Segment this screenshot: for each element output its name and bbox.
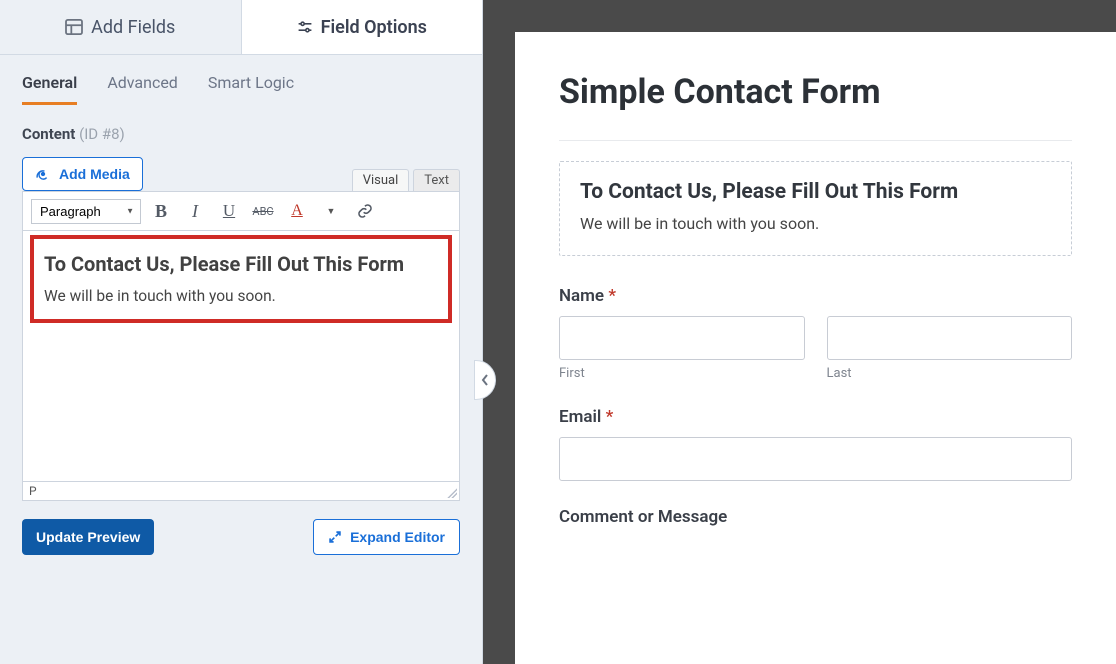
content-label-text: Content (22, 125, 75, 143)
content-label: Content (ID #8) (0, 105, 482, 157)
add-media-button[interactable]: Add Media (22, 157, 143, 191)
subtab-advanced[interactable]: Advanced (107, 73, 178, 105)
expand-icon (328, 530, 342, 544)
form-title: Simple Contact Form (559, 72, 1072, 141)
tab-field-options[interactable]: Field Options (241, 0, 483, 55)
email-field: Email * (559, 407, 1072, 481)
text-color-menu[interactable]: ▼ (317, 198, 345, 224)
editor-mode-tabs: Visual Text (352, 169, 460, 191)
editor-element-path: P (22, 482, 460, 501)
expand-editor-button[interactable]: Expand Editor (313, 519, 460, 555)
italic-button[interactable]: I (181, 198, 209, 224)
first-name-sublabel: First (559, 366, 805, 381)
tab-field-options-label: Field Options (321, 17, 427, 38)
html-field[interactable]: To Contact Us, Please Fill Out This Form… (559, 161, 1072, 256)
editor-paragraph: We will be in touch with you soon. (44, 287, 438, 305)
last-name-sublabel: Last (827, 366, 1073, 381)
name-field: Name * First Last (559, 286, 1072, 381)
editor: Paragraph B I U ABC A ▼ To Contact Us, P… (0, 191, 482, 501)
text-color-button[interactable]: A (283, 198, 311, 224)
required-mark: * (606, 407, 614, 427)
sliders-icon (297, 19, 313, 35)
html-field-paragraph: We will be in touch with you soon. (580, 214, 1051, 233)
editor-tab-visual[interactable]: Visual (352, 169, 410, 191)
comment-field: Comment or Message (559, 507, 1072, 527)
bold-button[interactable]: B (147, 198, 175, 224)
update-preview-button[interactable]: Update Preview (22, 519, 154, 555)
link-button[interactable] (351, 198, 379, 224)
required-mark: * (608, 286, 616, 306)
email-input[interactable] (559, 437, 1072, 481)
editor-highlight-box: To Contact Us, Please Fill Out This Form… (30, 235, 452, 323)
html-field-heading: To Contact Us, Please Fill Out This Form (580, 180, 1051, 204)
subtab-smart-logic[interactable]: Smart Logic (208, 73, 294, 105)
editor-heading: To Contact Us, Please Fill Out This Form (44, 251, 438, 277)
preview-form-card: Simple Contact Form To Contact Us, Pleas… (515, 32, 1116, 664)
editor-toolbar: Paragraph B I U ABC A ▼ (22, 191, 460, 230)
email-label: Email * (559, 407, 1072, 427)
chevron-left-icon (481, 374, 489, 386)
first-name-input[interactable] (559, 316, 805, 360)
editor-body[interactable]: To Contact Us, Please Fill Out This Form… (22, 230, 460, 482)
strikethrough-button[interactable]: ABC (249, 198, 277, 224)
expand-editor-label: Expand Editor (350, 529, 445, 545)
fields-icon (65, 19, 83, 35)
last-name-input[interactable] (827, 316, 1073, 360)
subtab-general[interactable]: General (22, 73, 77, 105)
left-panel: Add Fields Field Options General Advance… (0, 0, 483, 664)
content-id: (ID #8) (79, 125, 125, 143)
top-tabs: Add Fields Field Options (0, 0, 482, 55)
editor-tab-text[interactable]: Text (413, 169, 460, 191)
format-select[interactable]: Paragraph (31, 199, 141, 224)
sub-tabs: General Advanced Smart Logic (0, 55, 482, 105)
underline-button[interactable]: U (215, 198, 243, 224)
tab-add-fields-label: Add Fields (91, 17, 175, 38)
media-icon (35, 167, 51, 181)
comment-label: Comment or Message (559, 507, 1072, 527)
add-media-label: Add Media (59, 166, 130, 182)
preview-panel: Simple Contact Form To Contact Us, Pleas… (483, 0, 1116, 664)
tab-add-fields[interactable]: Add Fields (0, 0, 241, 55)
name-label: Name * (559, 286, 1072, 306)
editor-resize-handle[interactable] (447, 488, 457, 498)
